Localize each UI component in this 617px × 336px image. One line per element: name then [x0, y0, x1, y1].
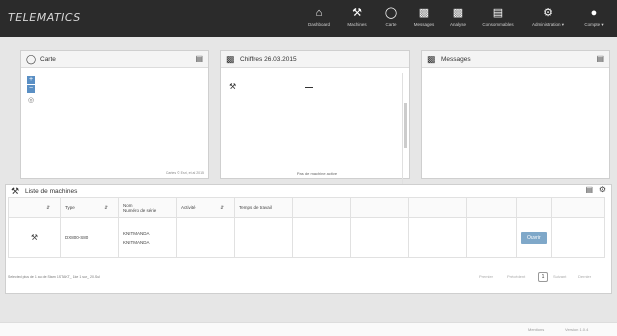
settings-icon[interactable]: ⚙	[599, 185, 606, 195]
table-summary: Selected plus de 1 au de Starn 1STAKT_ 1…	[8, 275, 100, 279]
messages-panel: ▩ Messages ▤	[421, 50, 610, 179]
open-button[interactable]: Ouvrir	[521, 231, 547, 244]
footer-legal-link[interactable]: Mentions	[528, 327, 544, 332]
chart-dash	[305, 87, 313, 88]
cell-empty	[292, 217, 351, 258]
map-panel-menu-icon[interactable]: ▤	[195, 54, 203, 64]
row-machine-icon: ⚒	[8, 217, 61, 258]
machines-table: ⇵ Type ⇵ Nom Numéro de série Activité ⇵ …	[8, 197, 606, 258]
top-navbar: TELEMATICS ⌂ Dashboard ⚒ Machines ◯ Cart…	[0, 0, 617, 37]
messages-icon: ▩	[418, 7, 430, 19]
footer-version: Version 1.0.4	[565, 327, 589, 332]
cell-action: Ouvrir	[516, 217, 552, 258]
pager-current[interactable]: 1	[538, 272, 548, 282]
cell-empty	[466, 217, 517, 258]
page-footer: Mentions Version 1.0.4	[0, 322, 617, 336]
nav-consommables[interactable]: ▤ Consommables	[478, 5, 518, 35]
cell-name: KNITMANDA KNITMANDA	[118, 217, 177, 258]
pager-next[interactable]: Suivant	[553, 272, 566, 282]
zoom-out-button[interactable]: −	[27, 85, 35, 93]
nav-messages[interactable]: ▩ Messages	[410, 5, 438, 35]
pager-prev[interactable]: Précédent	[507, 272, 525, 282]
globe-icon: ◯	[26, 54, 37, 64]
brand-logo[interactable]: TELEMATICS	[8, 11, 81, 24]
nav-analyse[interactable]: ▩ Analyse	[446, 5, 470, 35]
admin-icon: ⚙	[543, 7, 553, 19]
chart-panel: ▩ Chiffres 26.03.2015 ⚒ Pas de machine a…	[220, 50, 410, 193]
col-empty	[292, 197, 351, 218]
cell-empty	[350, 217, 409, 258]
col-action-header	[516, 197, 552, 218]
pager-first[interactable]: Premier	[479, 272, 493, 282]
sort-icon: ⇵	[220, 204, 224, 210]
nav-administration[interactable]: ⚙ Administration ▾	[526, 5, 570, 35]
col-empty	[350, 197, 409, 218]
map-panel-header: ◯ Carte ▤	[21, 51, 208, 68]
machine-icon: ⚒	[11, 186, 20, 196]
nav-machines[interactable]: ⚒ Machines	[343, 5, 371, 35]
scroll-thumb[interactable]	[404, 103, 407, 148]
pager-last[interactable]: Dernier	[578, 272, 591, 282]
col-worktime-header[interactable]: Temps de travail	[234, 197, 293, 218]
chart-icon: ▩	[226, 54, 235, 64]
chart-panel-header: ▩ Chiffres 26.03.2015	[221, 51, 409, 68]
table-header-row: ⇵ Type ⇵ Nom Numéro de série Activité ⇵ …	[8, 197, 606, 218]
chart-icon: ▩	[452, 7, 464, 19]
cell-activity	[176, 217, 235, 258]
chart-scrollbar[interactable]	[402, 73, 407, 193]
nav-dashboard[interactable]: ⌂ Dashboard	[304, 5, 334, 35]
map-panel: ◯ Carte ▤ + − ◎ Cartes © Esri, et al 201…	[20, 50, 209, 179]
col-type-header[interactable]: Type ⇵	[60, 197, 119, 218]
col-empty	[466, 197, 517, 218]
locate-icon[interactable]: ◎	[27, 97, 35, 105]
chart-empty-text: Pas de machine active	[296, 171, 338, 176]
col-empty	[550, 197, 606, 218]
map-attribution: Cartes © Esri, et al 2015	[165, 171, 204, 175]
machine-icon: ⚒	[229, 82, 237, 91]
cell-worktime	[234, 217, 293, 258]
sort-icon: ⇵	[104, 204, 108, 210]
user-icon: ●	[590, 7, 598, 19]
nav-compte[interactable]: ● Compte ▾	[578, 5, 610, 35]
messages-panel-title: Messages	[441, 56, 471, 63]
sort-icon: ⇵	[46, 204, 50, 210]
cell-type: DX800-S80	[60, 217, 119, 258]
messages-panel-header: ▩ Messages ▤	[422, 51, 609, 68]
export-icon[interactable]: ▤	[585, 185, 593, 195]
globe-icon: ◯	[384, 7, 398, 19]
table-row[interactable]: ⚒ DX800-S80 KNITMANDA KNITMANDA Ouvrir	[8, 217, 606, 258]
home-icon: ⌂	[315, 7, 323, 19]
zoom-in-button[interactable]: +	[27, 76, 35, 84]
col-name-header[interactable]: Nom Numéro de série	[118, 197, 177, 218]
machines-panel-title: Liste de machines	[25, 188, 78, 195]
col-empty	[408, 197, 467, 218]
map-panel-title: Carte	[40, 56, 56, 63]
cell-empty	[550, 217, 606, 258]
machine-icon: ⚒	[352, 7, 362, 19]
col-select-header[interactable]: ⇵	[8, 197, 61, 218]
messages-menu-icon[interactable]: ▤	[596, 54, 604, 64]
col-activity-header[interactable]: Activité ⇵	[176, 197, 235, 218]
messages-icon: ▩	[427, 54, 436, 64]
cell-empty	[408, 217, 467, 258]
chart-panel-title: Chiffres 26.03.2015	[240, 56, 297, 63]
consumables-icon: ▤	[492, 7, 504, 19]
nav-carte[interactable]: ◯ Carte	[380, 5, 402, 35]
